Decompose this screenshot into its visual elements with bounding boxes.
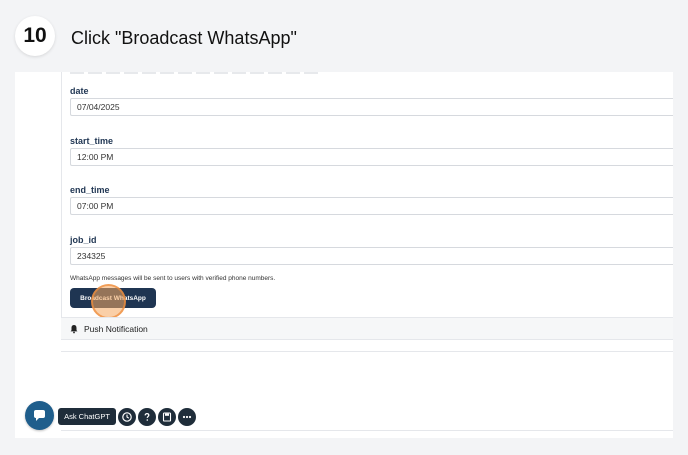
broadcast-form-panel: date 07/04/2025 start_time 12:00 PM end_…	[61, 72, 673, 340]
app-screenshot: date 07/04/2025 start_time 12:00 PM end_…	[15, 72, 673, 438]
save-icon	[162, 412, 172, 422]
truncated-text	[70, 72, 320, 74]
history-button[interactable]	[118, 408, 136, 426]
push-notification-row[interactable]: Push Notification	[61, 317, 673, 340]
date-label: date	[70, 86, 89, 96]
step-header: 10 Click "Broadcast WhatsApp"	[0, 0, 688, 72]
job-id-input[interactable]: 234325	[70, 247, 673, 265]
chat-bubble-button[interactable]	[25, 401, 54, 430]
step-number-badge: 10	[15, 16, 55, 56]
more-button[interactable]	[178, 408, 196, 426]
left-rail	[15, 72, 61, 438]
broadcast-whatsapp-button[interactable]: Broadcast WhatsApp	[70, 288, 156, 308]
date-input[interactable]: 07/04/2025	[70, 98, 673, 116]
end-time-input[interactable]: 07:00 PM	[70, 197, 673, 215]
start-time-input[interactable]: 12:00 PM	[70, 148, 673, 166]
history-icon	[122, 412, 132, 422]
help-icon	[144, 412, 150, 421]
job-id-label: job_id	[70, 235, 97, 245]
save-button[interactable]	[158, 408, 176, 426]
ask-chatgpt-button[interactable]: Ask ChatGPT	[58, 408, 116, 425]
step-title: Click "Broadcast WhatsApp"	[71, 28, 297, 48]
whatsapp-note: WhatsApp messages will be sent to users …	[70, 275, 276, 282]
floating-toolbar: Ask ChatGPT	[25, 401, 215, 433]
more-icon	[182, 415, 192, 419]
help-button[interactable]	[138, 408, 156, 426]
start-time-label: start_time	[70, 136, 114, 146]
section-divider	[61, 351, 673, 352]
push-notification-label: Push Notification	[84, 323, 148, 334]
bell-icon	[70, 324, 78, 333]
chat-bubble-icon	[34, 410, 45, 421]
end-time-label: end_time	[70, 185, 110, 195]
